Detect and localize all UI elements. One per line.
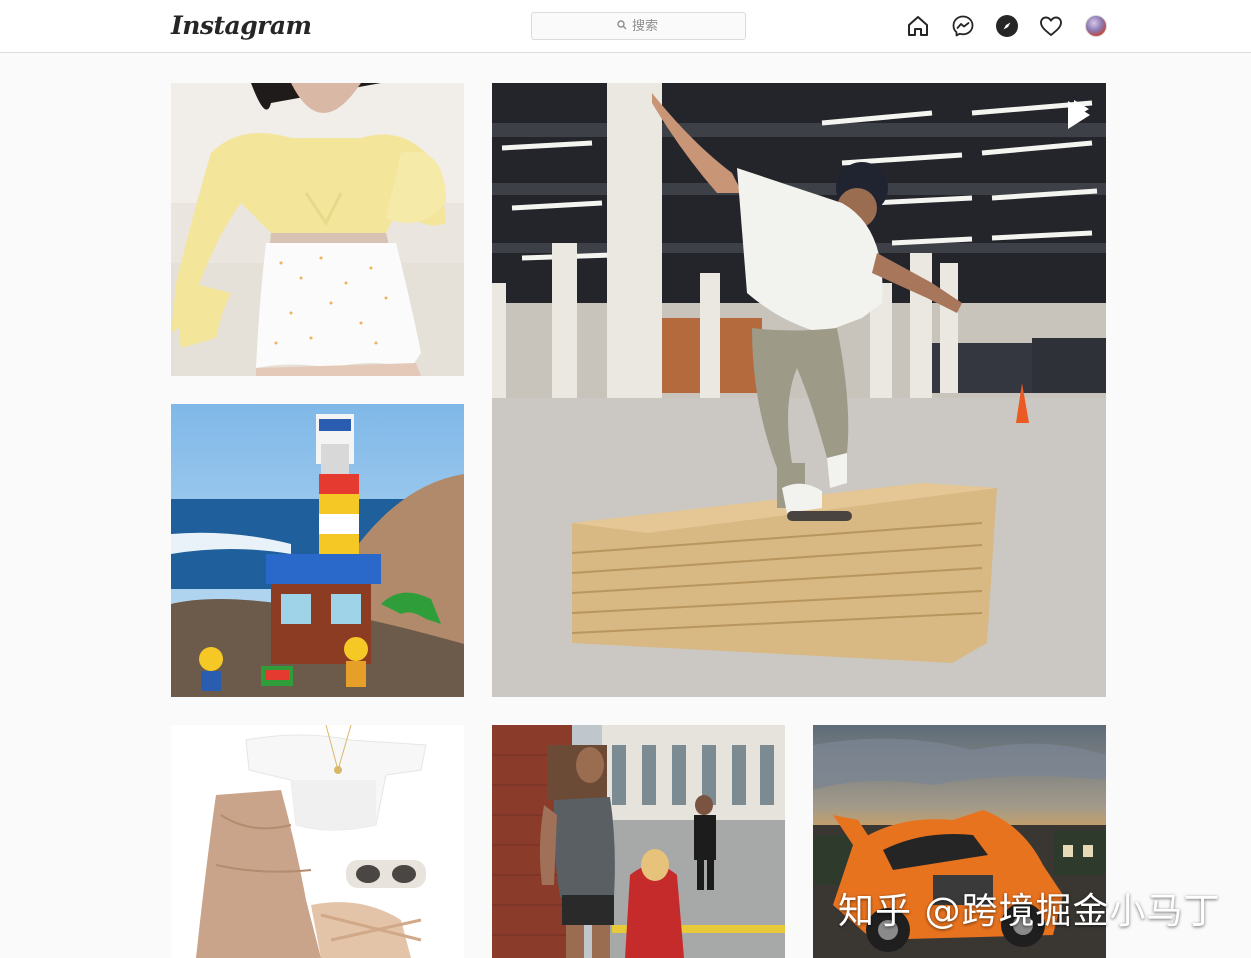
post-image [171,404,464,697]
messenger-icon[interactable] [950,13,976,39]
search-box-inner [617,18,660,34]
post-image [171,83,464,376]
post-white-top-skirt-outfit[interactable] [171,725,464,958]
search-input[interactable] [632,18,660,34]
activity-heart-icon[interactable] [1038,13,1064,39]
post-image [492,83,1106,697]
avatar-image [1085,15,1107,37]
watermark-text: 知乎 @跨境掘金小马丁 [838,891,1221,932]
profile-avatar[interactable] [1083,13,1109,39]
instagram-logo[interactable]: Instagram [171,9,312,43]
top-navigation-bar: Instagram [0,0,1251,53]
home-icon[interactable] [905,13,931,39]
post-lego-lighthouse[interactable] [171,404,464,697]
post-skateboarder-video[interactable] [492,83,1106,697]
search-box[interactable] [531,12,746,40]
video-play-icon [1074,100,1089,118]
post-image [492,725,785,958]
post-man-and-child-street[interactable] [492,725,785,958]
explore-icon[interactable] [994,13,1020,39]
post-image [171,725,464,958]
post-yellow-blouse-outfit[interactable] [171,83,464,376]
search-icon [617,19,627,34]
nav-icons [905,13,1107,39]
